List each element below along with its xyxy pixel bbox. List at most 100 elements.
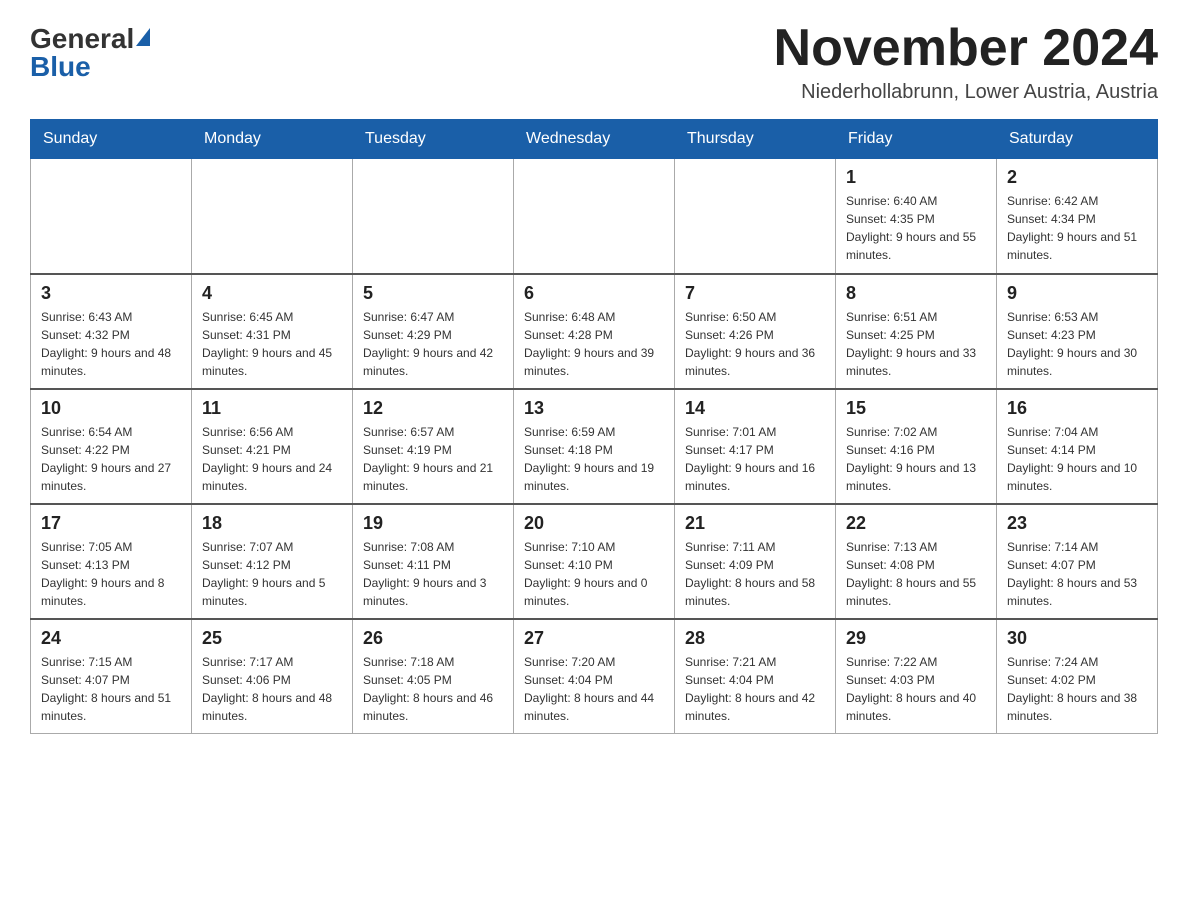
day-info: Sunrise: 6:51 AM Sunset: 4:25 PM Dayligh… [846,308,986,380]
day-info: Sunrise: 7:15 AM Sunset: 4:07 PM Dayligh… [41,653,181,725]
calendar-cell: 5Sunrise: 6:47 AM Sunset: 4:29 PM Daylig… [353,274,514,389]
day-info: Sunrise: 7:08 AM Sunset: 4:11 PM Dayligh… [363,538,503,610]
calendar-week-row: 24 Sunrise: 7:15 AM Sunset: 4:07 PM Dayli… [31,619,1158,734]
calendar-cell: 22 Sunrise: 7:13 AM Sunset: 4:08 PM Dayli… [836,504,997,619]
calendar-cell: 14Sunrise: 7:01 AM Sunset: 4:17 PM Dayli… [675,389,836,504]
day-info: Sunrise: 6:57 AM Sunset: 4:19 PM Dayligh… [363,423,503,495]
day-info: Sunrise: 6:50 AM Sunset: 4:26 PM Dayligh… [685,308,825,380]
calendar-cell [675,159,836,274]
title-section: November 2024 Niederhollabrunn, Lower Au… [774,20,1158,104]
logo-general: General [30,25,134,53]
logo: General Blue [30,20,150,83]
calendar-cell: 3 Sunrise: 6:43 AM Sunset: 4:32 PM Daylig… [31,274,192,389]
calendar-cell: 29Sunrise: 7:22 AM Sunset: 4:03 PM Dayli… [836,619,997,734]
day-number: 5 [363,283,503,304]
day-info: Sunrise: 7:18 AM Sunset: 4:05 PM Dayligh… [363,653,503,725]
day-info: Sunrise: 7:11 AM Sunset: 4:09 PM Dayligh… [685,538,825,610]
day-number: 2 [1007,167,1147,188]
day-info: Sunrise: 6:42 AM Sunset: 4:34 PM Dayligh… [1007,192,1147,264]
calendar-cell: 15 Sunrise: 7:02 AM Sunset: 4:16 PM Dayli… [836,389,997,504]
calendar-cell: 13 Sunrise: 6:59 AM Sunset: 4:18 PM Dayli… [514,389,675,504]
day-number: 4 [202,283,342,304]
calendar-week-row: 1Sunrise: 6:40 AM Sunset: 4:35 PM Daylig… [31,159,1158,274]
calendar-cell: 19 Sunrise: 7:08 AM Sunset: 4:11 PM Dayli… [353,504,514,619]
calendar-cell: 25 Sunrise: 7:17 AM Sunset: 4:06 PM Dayli… [192,619,353,734]
day-number: 24 [41,628,181,649]
day-info: Sunrise: 7:13 AM Sunset: 4:08 PM Dayligh… [846,538,986,610]
calendar-cell [514,159,675,274]
weekday-header-sunday: Sunday [31,120,192,159]
day-info: Sunrise: 6:59 AM Sunset: 4:18 PM Dayligh… [524,423,664,495]
calendar-cell: 9Sunrise: 6:53 AM Sunset: 4:23 PM Daylig… [997,274,1158,389]
day-number: 27 [524,628,664,649]
day-info: Sunrise: 7:02 AM Sunset: 4:16 PM Dayligh… [846,423,986,495]
day-number: 11 [202,398,342,419]
calendar-cell: 18 Sunrise: 7:07 AM Sunset: 4:12 PM Dayli… [192,504,353,619]
day-number: 25 [202,628,342,649]
weekday-header-tuesday: Tuesday [353,120,514,159]
calendar-cell: 2 Sunrise: 6:42 AM Sunset: 4:34 PM Daylig… [997,159,1158,274]
calendar-cell: 4 Sunrise: 6:45 AM Sunset: 4:31 PM Daylig… [192,274,353,389]
day-number: 22 [846,513,986,534]
day-info: Sunrise: 6:54 AM Sunset: 4:22 PM Dayligh… [41,423,181,495]
calendar-week-row: 17 Sunrise: 7:05 AM Sunset: 4:13 PM Dayli… [31,504,1158,619]
day-info: Sunrise: 7:17 AM Sunset: 4:06 PM Dayligh… [202,653,342,725]
calendar-header-row: SundayMondayTuesdayWednesdayThursdayFrid… [31,120,1158,159]
calendar-cell: 24 Sunrise: 7:15 AM Sunset: 4:07 PM Dayli… [31,619,192,734]
day-info: Sunrise: 7:20 AM Sunset: 4:04 PM Dayligh… [524,653,664,725]
calendar-cell: 16Sunrise: 7:04 AM Sunset: 4:14 PM Dayli… [997,389,1158,504]
day-number: 3 [41,283,181,304]
day-info: Sunrise: 6:45 AM Sunset: 4:31 PM Dayligh… [202,308,342,380]
calendar-cell: 10 Sunrise: 6:54 AM Sunset: 4:22 PM Dayli… [31,389,192,504]
weekday-header-wednesday: Wednesday [514,120,675,159]
day-number: 20 [524,513,664,534]
calendar-cell: 7 Sunrise: 6:50 AM Sunset: 4:26 PM Daylig… [675,274,836,389]
day-number: 16 [1007,398,1147,419]
calendar-cell: 1Sunrise: 6:40 AM Sunset: 4:35 PM Daylig… [836,159,997,274]
day-number: 6 [524,283,664,304]
calendar-cell: 28Sunrise: 7:21 AM Sunset: 4:04 PM Dayli… [675,619,836,734]
logo-triangle-icon [136,28,150,46]
calendar-cell: 6 Sunrise: 6:48 AM Sunset: 4:28 PM Daylig… [514,274,675,389]
day-number: 18 [202,513,342,534]
calendar-cell: 27 Sunrise: 7:20 AM Sunset: 4:04 PM Dayli… [514,619,675,734]
day-number: 8 [846,283,986,304]
logo-blue: Blue [30,51,91,83]
day-info: Sunrise: 7:14 AM Sunset: 4:07 PM Dayligh… [1007,538,1147,610]
page-header: General Blue November 2024 Niederhollabr… [30,20,1158,104]
day-info: Sunrise: 7:05 AM Sunset: 4:13 PM Dayligh… [41,538,181,610]
location-subtitle: Niederhollabrunn, Lower Austria, Austria [774,81,1158,104]
day-info: Sunrise: 6:53 AM Sunset: 4:23 PM Dayligh… [1007,308,1147,380]
day-info: Sunrise: 6:48 AM Sunset: 4:28 PM Dayligh… [524,308,664,380]
calendar-cell: 11Sunrise: 6:56 AM Sunset: 4:21 PM Dayli… [192,389,353,504]
calendar-cell: 26 Sunrise: 7:18 AM Sunset: 4:05 PM Dayli… [353,619,514,734]
calendar-week-row: 3 Sunrise: 6:43 AM Sunset: 4:32 PM Daylig… [31,274,1158,389]
weekday-header-saturday: Saturday [997,120,1158,159]
day-number: 7 [685,283,825,304]
day-info: Sunrise: 7:24 AM Sunset: 4:02 PM Dayligh… [1007,653,1147,725]
calendar-cell: 21 Sunrise: 7:11 AM Sunset: 4:09 PM Dayli… [675,504,836,619]
weekday-header-friday: Friday [836,120,997,159]
day-info: Sunrise: 7:01 AM Sunset: 4:17 PM Dayligh… [685,423,825,495]
calendar-cell [31,159,192,274]
day-info: Sunrise: 7:07 AM Sunset: 4:12 PM Dayligh… [202,538,342,610]
calendar-cell: 20 Sunrise: 7:10 AM Sunset: 4:10 PM Dayli… [514,504,675,619]
day-number: 1 [846,167,986,188]
day-number: 15 [846,398,986,419]
calendar-cell: 12Sunrise: 6:57 AM Sunset: 4:19 PM Dayli… [353,389,514,504]
day-info: Sunrise: 6:43 AM Sunset: 4:32 PM Dayligh… [41,308,181,380]
day-number: 13 [524,398,664,419]
day-info: Sunrise: 7:21 AM Sunset: 4:04 PM Dayligh… [685,653,825,725]
calendar-cell [353,159,514,274]
day-number: 19 [363,513,503,534]
day-info: Sunrise: 7:22 AM Sunset: 4:03 PM Dayligh… [846,653,986,725]
day-number: 21 [685,513,825,534]
weekday-header-monday: Monday [192,120,353,159]
calendar-cell: 23 Sunrise: 7:14 AM Sunset: 4:07 PM Dayli… [997,504,1158,619]
day-number: 23 [1007,513,1147,534]
day-number: 17 [41,513,181,534]
day-info: Sunrise: 7:10 AM Sunset: 4:10 PM Dayligh… [524,538,664,610]
day-number: 10 [41,398,181,419]
day-number: 26 [363,628,503,649]
calendar-week-row: 10 Sunrise: 6:54 AM Sunset: 4:22 PM Dayli… [31,389,1158,504]
